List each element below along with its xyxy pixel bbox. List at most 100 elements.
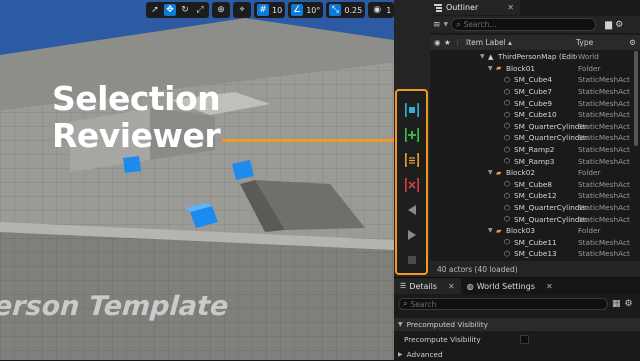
rotation-snap[interactable]: ∠ 10° [288, 2, 324, 18]
list-selection-icon [405, 153, 419, 167]
outliner-row[interactable]: ⬡SM_Ramp2StaticMeshActor [430, 144, 630, 156]
details-grid-icon[interactable]: ▦ [612, 299, 621, 309]
outliner-row[interactable]: ▼ ▰ Block02 Folder [430, 167, 630, 179]
outliner-row-type: StaticMeshActor [578, 191, 630, 201]
scale-snap-icon[interactable]: ⤡ [329, 4, 342, 16]
stop-icon [408, 256, 416, 264]
outliner-search-input[interactable]: ⌕ Search... [451, 18, 597, 31]
close-icon[interactable]: ✕ [507, 3, 514, 12]
outliner-row[interactable]: ⬡SM_Cube12StaticMeshActor [430, 190, 630, 202]
details-tabs: ☰ Details ✕ ◍ World Settings ✕ [394, 278, 640, 294]
section-advanced[interactable]: ▶ Advanced [394, 348, 640, 361]
transform-tools: ➚ ✥ ↻ ⤢ [146, 2, 209, 18]
static-mesh-icon: ⬡ [504, 180, 511, 189]
scale-snap-value[interactable]: 0.25 [344, 6, 362, 15]
rotation-snap-icon[interactable]: ∠ [291, 4, 304, 16]
callout-connector [222, 139, 394, 142]
outliner-search-row: ≡ ▼ ⌕ Search... ▆ ⚙ [430, 16, 640, 33]
section-precomputed-visibility[interactable]: ▼ Precomputed Visibility [394, 318, 640, 331]
outliner-row[interactable]: ⬡SM_QuarterCylinderStaticMeshActor [430, 132, 630, 144]
column-settings-icon[interactable]: ⚙ [629, 38, 636, 47]
add-folder-icon[interactable]: ▆ [605, 20, 612, 30]
remove-from-selection-button[interactable] [403, 176, 421, 194]
viewport-toolbar: ➚ ✥ ↻ ⤢ ⊕ ⌖ # 10 ∠ 10° ⤡ 0.25 ◉ 1 ▯ [146, 2, 394, 18]
static-mesh-icon: ⬡ [504, 75, 511, 84]
outliner-row[interactable]: ▼ ▰ Block03 Folder [430, 225, 630, 237]
rotate-mode-icon[interactable]: ↻ [179, 4, 191, 16]
tree-caret-icon[interactable]: ▼ [488, 227, 496, 234]
prop-precompute-label: Precompute Visibility [404, 335, 481, 344]
chevron-down-icon[interactable]: ▼ [444, 21, 449, 28]
callout-line-1: Selection [52, 79, 221, 118]
outliner-row[interactable]: ⬡SM_Cube10StaticMeshActor [430, 109, 630, 121]
precompute-visibility-checkbox[interactable] [520, 335, 529, 344]
column-item-label[interactable]: Item Label ▴ [466, 38, 566, 47]
tree-caret-icon[interactable]: ▼ [488, 65, 496, 72]
outliner-row-type: StaticMeshActor [578, 145, 630, 155]
camera-speed-icon[interactable]: ◉ [371, 4, 383, 16]
details-search-input[interactable]: ⌕ Search [398, 298, 608, 310]
play-button[interactable] [403, 226, 421, 244]
outliner-row[interactable]: ⬡SM_Cube7StaticMeshActor [430, 86, 630, 98]
tree-caret-icon[interactable]: ▼ [488, 169, 496, 176]
section-precomputed-label: Precomputed Visibility [406, 320, 488, 329]
scale-snap[interactable]: ⤡ 0.25 [326, 2, 366, 18]
prop-precompute-visibility: Precompute Visibility [394, 333, 640, 346]
outliner-row[interactable]: ⬡SM_Cube4StaticMeshActor [430, 74, 630, 86]
review-selection-button[interactable] [403, 101, 421, 119]
grid-snap[interactable]: # 10 [254, 2, 286, 18]
visibility-column-eye-icon[interactable]: ◉ [430, 38, 444, 47]
list-selection-button[interactable] [403, 151, 421, 169]
outliner-row[interactable]: ⬡SM_QuarterCylinderStaticMeshActor [430, 202, 630, 214]
outliner-row-label: Block01 [506, 63, 536, 73]
static-mesh-icon: ⬡ [504, 99, 511, 108]
tab-world-settings[interactable]: ◍ World Settings ✕ [461, 278, 559, 294]
camera-speed-value[interactable]: 1 [386, 6, 391, 15]
world-space-icon[interactable]: ⊕ [215, 4, 227, 16]
column-type[interactable]: Type [576, 38, 616, 47]
grid-snap-value[interactable]: 10 [272, 6, 282, 15]
outliner-scrollbar[interactable] [634, 51, 638, 146]
pin-column-star-icon[interactable]: ★ [444, 38, 454, 47]
add-to-selection-button[interactable] [403, 126, 421, 144]
close-details-icon[interactable]: ✕ [448, 282, 455, 291]
translate-mode-icon[interactable]: ✥ [164, 4, 176, 16]
rotation-snap-value[interactable]: 10° [306, 6, 320, 15]
search-icon: ⌕ [456, 19, 461, 29]
outliner-row[interactable]: ⬡SM_Ramp3StaticMeshActor [430, 155, 630, 167]
grid-snap-icon[interactable]: # [257, 4, 269, 16]
outliner-row[interactable]: ⬡SM_Cube8StaticMeshActor [430, 179, 630, 191]
outliner-row[interactable]: ⬡SM_Cube9StaticMeshActor [430, 97, 630, 109]
world-local-toggle: ⊕ [212, 2, 230, 18]
outliner-row[interactable]: ⬡SM_Cube13StaticMeshActor [430, 248, 630, 260]
folder-icon: ▰ [496, 168, 502, 177]
outliner-row[interactable]: ⬡SM_QuarterCylinderStaticMeshActor [430, 121, 630, 133]
details-settings-icon[interactable]: ⚙ [625, 299, 633, 309]
select-mode-icon[interactable]: ➚ [149, 4, 161, 16]
details-search-icon: ⌕ [403, 299, 408, 308]
previous-button[interactable] [403, 201, 421, 219]
close-world-settings-icon[interactable]: ✕ [546, 282, 553, 291]
scale-mode-icon[interactable]: ⤢ [194, 4, 206, 16]
outliner-row[interactable]: ⬡SM_QuarterCylinderStaticMeshActor [430, 213, 630, 225]
tree-caret-icon[interactable]: ▼ [480, 53, 488, 60]
tab-details[interactable]: ☰ Details ✕ [394, 278, 461, 294]
camera-speed[interactable]: ◉ 1 [368, 2, 394, 18]
details-search-placeholder: Search [410, 299, 437, 309]
outliner-row-type: StaticMeshActor [578, 110, 630, 120]
stop-button[interactable] [403, 251, 421, 269]
folder-icon: ▰ [496, 226, 502, 235]
outliner-row[interactable]: ▼▲ ThirdPersonMap (Editor)World [430, 51, 630, 63]
settings-gear-icon[interactable]: ⚙ [615, 20, 623, 30]
static-mesh-icon: ⬡ [504, 238, 511, 247]
floor-template-text: erson Template [0, 291, 230, 322]
tab-outliner[interactable]: Outliner ✕ [430, 0, 520, 15]
outliner-row-type: Folder [578, 168, 601, 178]
level-viewport[interactable]: Selection Reviewer erson Template ➚ ✥ ↻ … [0, 0, 394, 360]
outliner-search-placeholder: Search... [463, 20, 497, 29]
outliner-row[interactable]: ⬡SM_Cube11StaticMeshActor [430, 237, 630, 249]
filter-icon[interactable]: ≡ [433, 20, 441, 30]
surface-snap-icon[interactable]: ⌖ [236, 4, 248, 16]
column-separator-icon: ⋮ [454, 38, 462, 47]
outliner-row[interactable]: ▼ ▰ Block01 Folder [430, 63, 630, 75]
